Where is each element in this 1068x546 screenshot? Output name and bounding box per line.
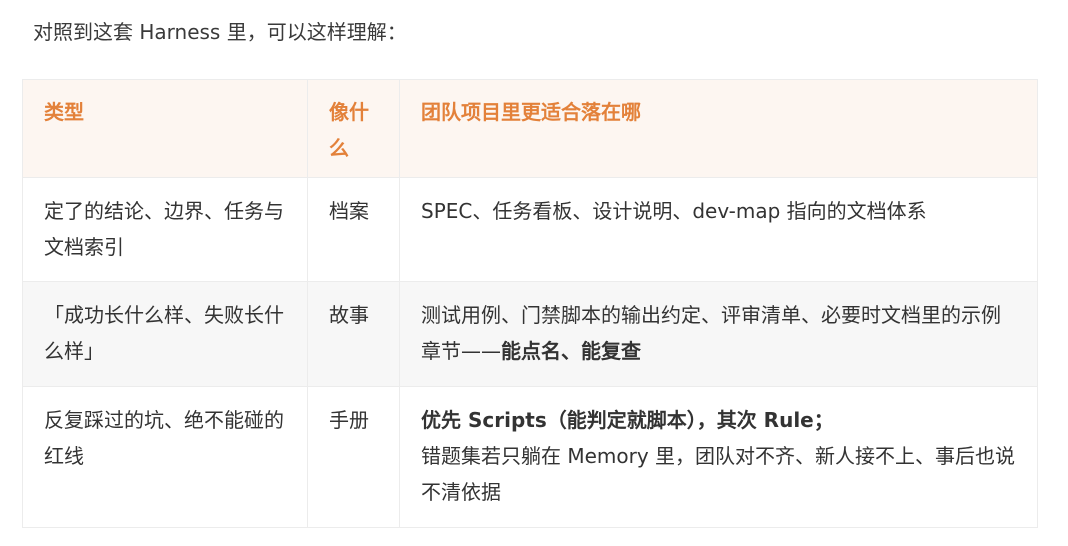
cell-type: 定了的结论、边界、任务与文档索引 xyxy=(22,177,308,282)
table-header-row: 类型 像什么 团队项目里更适合落在哪 xyxy=(22,79,1038,178)
cell-analogy: 手册 xyxy=(307,386,400,528)
cell-location-text: 错题集若只躺在 Memory 里，团队对不齐、新人接不上、事后也说不清依据 xyxy=(421,444,1016,504)
cell-analogy: 档案 xyxy=(307,177,400,282)
cell-location-emphasis: 优先 Scripts（能判定就脚本），其次 Rule； xyxy=(421,408,834,432)
cell-location-emphasis: 能点名、能复查 xyxy=(501,339,641,363)
cell-analogy: 故事 xyxy=(307,281,400,387)
harness-mapping-table: 类型 像什么 团队项目里更适合落在哪 定了的结论、边界、任务与文档索引 档案 S… xyxy=(22,79,1038,528)
header-type: 类型 xyxy=(22,79,308,178)
header-analogy: 像什么 xyxy=(307,79,400,178)
table-row: 反复踩过的坑、绝不能碰的红线 手册 优先 Scripts（能判定就脚本），其次 … xyxy=(22,386,1038,528)
header-location: 团队项目里更适合落在哪 xyxy=(399,79,1038,178)
cell-location: 优先 Scripts（能判定就脚本），其次 Rule； 错题集若只躺在 Memor… xyxy=(399,386,1038,528)
cell-location: 测试用例、门禁脚本的输出约定、评审清单、必要时文档里的示例章节——能点名、能复查 xyxy=(399,281,1038,387)
cell-type: 反复踩过的坑、绝不能碰的红线 xyxy=(22,386,308,528)
table-row: 定了的结论、边界、任务与文档索引 档案 SPEC、任务看板、设计说明、dev-m… xyxy=(22,177,1038,282)
table-row: 「成功长什么样、失败长什么样」 故事 测试用例、门禁脚本的输出约定、评审清单、必… xyxy=(22,281,1038,387)
cell-type: 「成功长什么样、失败长什么样」 xyxy=(22,281,308,387)
intro-text: 对照到这套 Harness 里，可以这样理解： xyxy=(33,20,407,44)
cell-location: SPEC、任务看板、设计说明、dev-map 指向的文档体系 xyxy=(399,177,1038,282)
